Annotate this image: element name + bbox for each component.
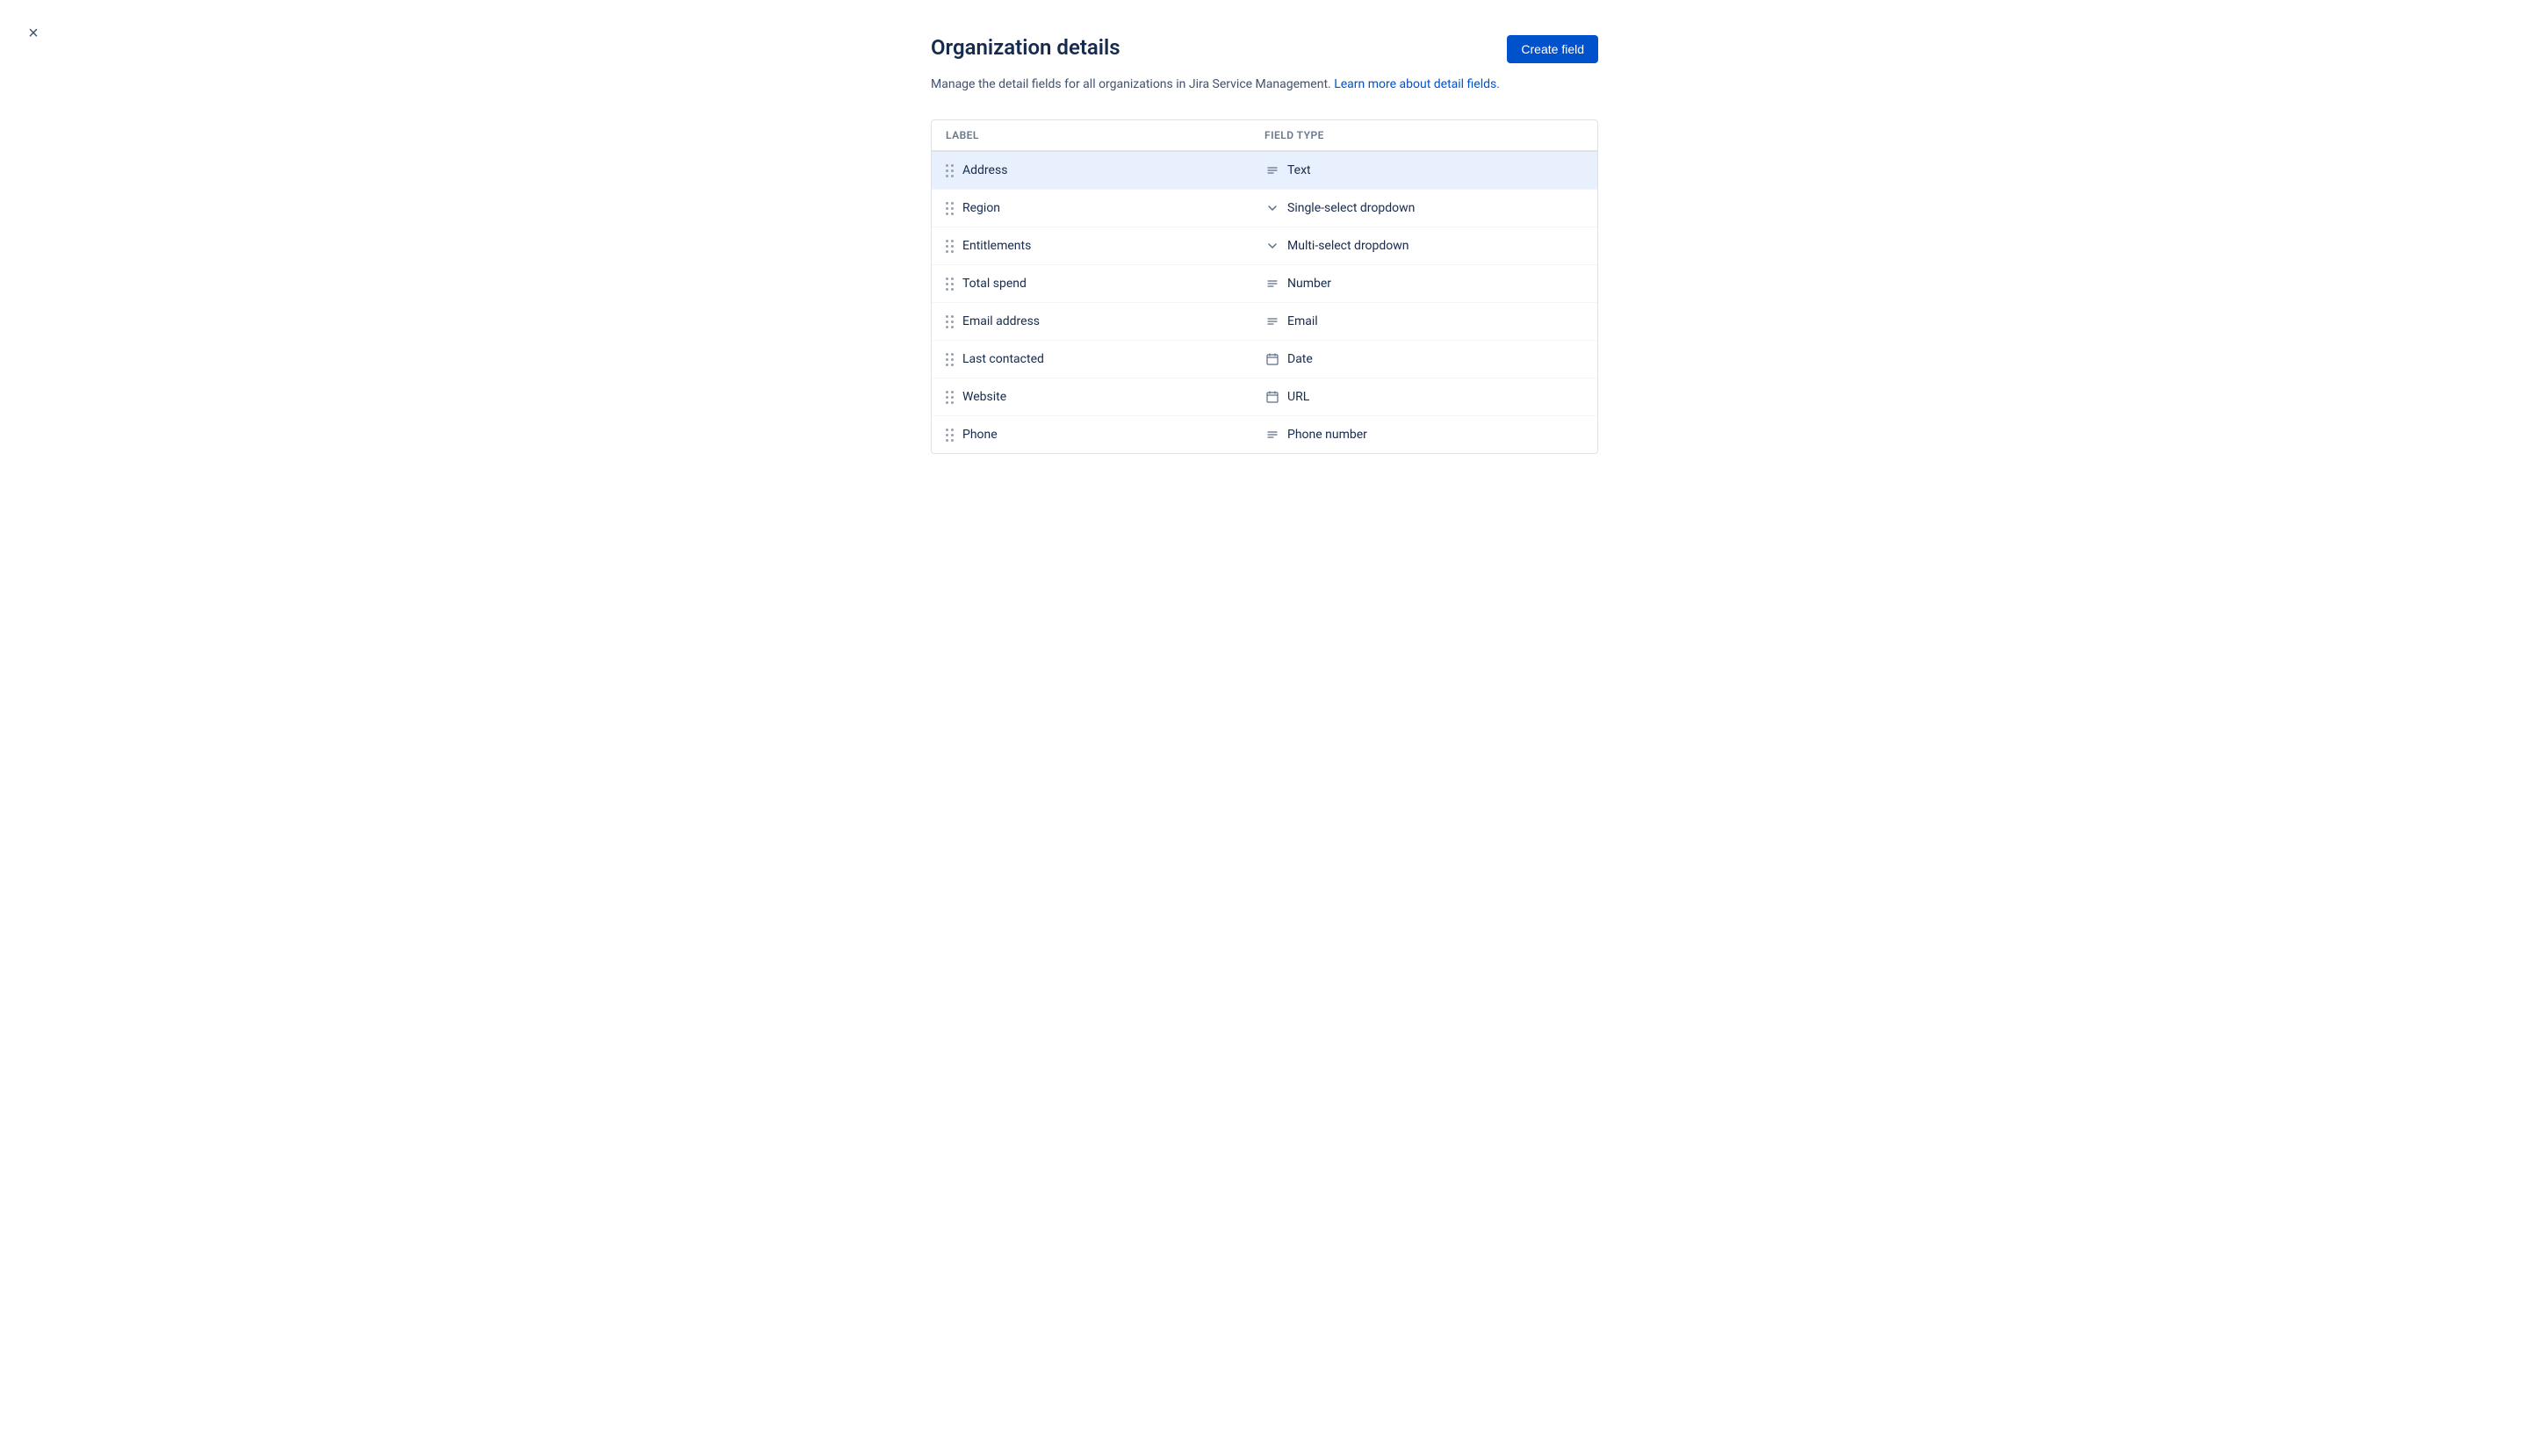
row-label: Address — [962, 163, 1007, 177]
label-cell: Entitlements — [946, 239, 1264, 253]
field-type-text: Email — [1287, 314, 1318, 328]
table-header: Label Field type — [932, 120, 1597, 152]
field-type-text: Phone number — [1287, 428, 1367, 442]
table-row[interactable]: Address Text — [932, 152, 1597, 190]
table-row[interactable]: Region Single-select dropdown — [932, 190, 1597, 227]
field-type-icon — [1264, 427, 1280, 443]
drag-handle[interactable] — [946, 240, 954, 253]
field-type-icon — [1264, 162, 1280, 178]
row-label: Region — [962, 201, 1000, 215]
field-type-icon — [1264, 314, 1280, 329]
field-type-text: Number — [1287, 277, 1331, 291]
row-label: Total spend — [962, 277, 1027, 291]
field-type-text: URL — [1287, 390, 1309, 404]
drag-handle[interactable] — [946, 391, 954, 404]
label-cell: Website — [946, 390, 1264, 404]
field-type-icon — [1264, 276, 1280, 292]
create-field-button[interactable]: Create field — [1507, 35, 1598, 63]
field-type-text: Multi-select dropdown — [1287, 239, 1409, 253]
field-type-cell: Single-select dropdown — [1264, 200, 1583, 216]
row-label: Last contacted — [962, 352, 1044, 366]
field-type-cell: Number — [1264, 276, 1583, 292]
field-type-column-header: Field type — [1264, 129, 1583, 141]
row-label: Phone — [962, 428, 998, 442]
row-label: Email address — [962, 314, 1040, 328]
field-type-text: Date — [1287, 352, 1313, 366]
page-header: Organization details Create field — [931, 35, 1598, 63]
table-row[interactable]: Entitlements Multi-select dropdown — [932, 227, 1597, 265]
drag-handle[interactable] — [946, 164, 954, 177]
table-row[interactable]: Last contacted Date — [932, 341, 1597, 378]
field-type-cell: Date — [1264, 351, 1583, 367]
drag-handle[interactable] — [946, 315, 954, 328]
page-container: Organization details Create field Manage… — [913, 0, 1616, 489]
label-cell: Region — [946, 201, 1264, 215]
field-type-icon — [1264, 351, 1280, 367]
field-type-icon — [1264, 200, 1280, 216]
table-row[interactable]: Total spend Number — [932, 265, 1597, 303]
drag-handle[interactable] — [946, 202, 954, 215]
field-type-cell: Text — [1264, 162, 1583, 178]
field-type-text: Single-select dropdown — [1287, 201, 1415, 215]
label-cell: Email address — [946, 314, 1264, 328]
field-type-cell: Multi-select dropdown — [1264, 238, 1583, 254]
label-cell: Phone — [946, 428, 1264, 442]
drag-handle[interactable] — [946, 353, 954, 366]
table-row[interactable]: Phone Phone number — [932, 416, 1597, 453]
row-label: Website — [962, 390, 1006, 404]
label-cell: Address — [946, 163, 1264, 177]
label-cell: Last contacted — [946, 352, 1264, 366]
field-type-text: Text — [1287, 163, 1311, 177]
label-column-header: Label — [946, 129, 1264, 141]
field-type-cell: URL — [1264, 389, 1583, 405]
row-label: Entitlements — [962, 239, 1031, 253]
field-type-cell: Phone number — [1264, 427, 1583, 443]
table-row[interactable]: Website URL — [932, 378, 1597, 416]
field-type-icon — [1264, 238, 1280, 254]
close-icon: × — [28, 24, 39, 44]
learn-more-link[interactable]: Learn more about detail fields. — [1334, 77, 1500, 91]
table-body: Address Text Region Single- — [932, 152, 1597, 453]
close-button[interactable]: × — [18, 18, 49, 49]
field-type-cell: Email — [1264, 314, 1583, 329]
drag-handle[interactable] — [946, 278, 954, 291]
label-cell: Total spend — [946, 277, 1264, 291]
page-description: Manage the detail fields for all organiz… — [931, 77, 1598, 91]
page-title: Organization details — [931, 35, 1120, 60]
fields-table: Label Field type Address Text — [931, 119, 1598, 454]
field-type-icon — [1264, 389, 1280, 405]
table-row[interactable]: Email address Email — [932, 303, 1597, 341]
drag-handle[interactable] — [946, 429, 954, 442]
